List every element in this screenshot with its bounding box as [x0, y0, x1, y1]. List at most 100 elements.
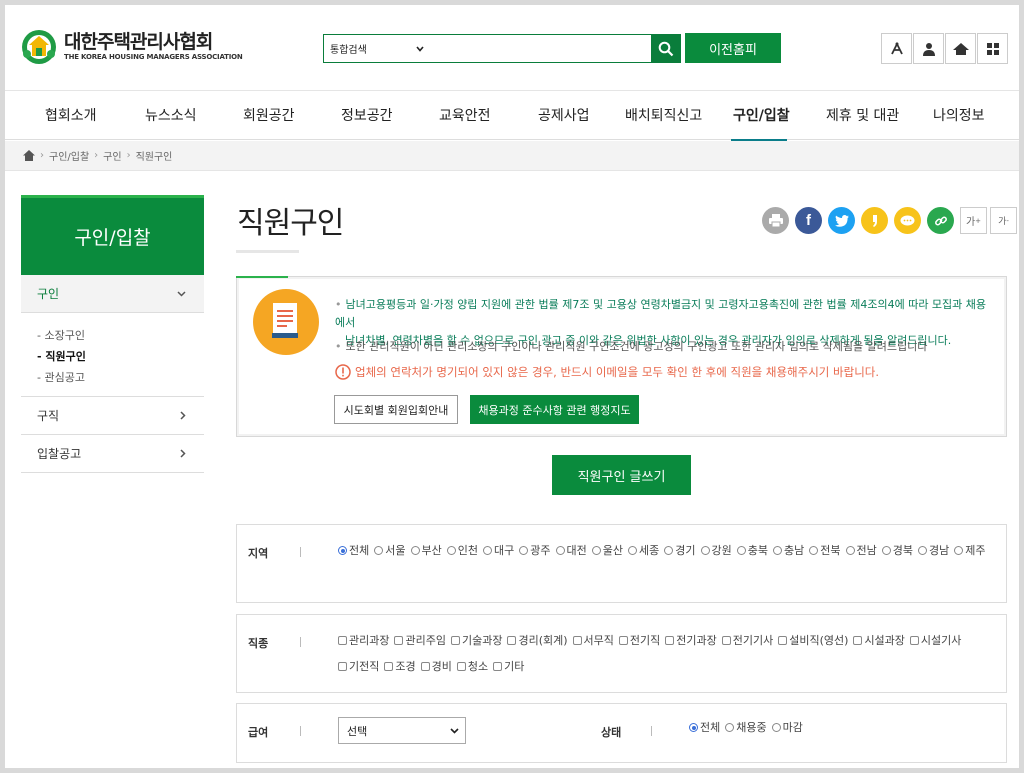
- radio-button[interactable]: [845, 546, 855, 555]
- kakaotalk-icon[interactable]: [894, 207, 921, 234]
- job-type-option[interactable]: 청소: [456, 654, 488, 680]
- radio-button[interactable]: [771, 723, 781, 732]
- region-option[interactable]: 인천: [446, 538, 478, 564]
- nav-education[interactable]: 교육안전: [439, 105, 491, 125]
- all-menu-grid-icon[interactable]: [977, 33, 1008, 64]
- hiring-guideline-button[interactable]: 채용과정 준수사항 관련 행정지도: [470, 395, 639, 424]
- job-type-option[interactable]: 조경: [384, 654, 416, 680]
- font-size-up-button[interactable]: 가 +: [960, 207, 987, 234]
- job-type-option[interactable]: 설비직(영선): [778, 628, 848, 654]
- job-type-option[interactable]: 기타: [493, 654, 524, 680]
- kakaostory-icon[interactable]: [861, 207, 888, 234]
- radio-button[interactable]: [410, 546, 420, 555]
- radio-button[interactable]: [881, 546, 891, 555]
- job-type-option[interactable]: 전기직: [618, 628, 660, 654]
- breadcrumb-item[interactable]: 구인: [103, 148, 121, 163]
- radio-button[interactable]: [725, 723, 735, 732]
- region-option[interactable]: 전북: [809, 538, 841, 564]
- job-type-option[interactable]: 기술과장: [450, 628, 502, 654]
- checkbox[interactable]: [384, 662, 394, 671]
- breadcrumb-item[interactable]: 구인/입찰: [49, 148, 89, 163]
- home-icon[interactable]: [945, 33, 976, 64]
- region-option[interactable]: 전남: [845, 538, 877, 564]
- nav-my-info[interactable]: 나의정보: [933, 105, 985, 125]
- radio-button[interactable]: [918, 546, 927, 555]
- radio-button[interactable]: [809, 546, 819, 555]
- search-scope-select[interactable]: 통합검색: [324, 41, 434, 56]
- side-nav-recruit[interactable]: 구인: [21, 275, 204, 313]
- region-option[interactable]: 전체: [338, 538, 369, 564]
- region-option[interactable]: 세종: [628, 538, 659, 564]
- salary-select[interactable]: 선택: [338, 717, 466, 744]
- side-subitem-manager[interactable]: - 소장구인: [37, 325, 204, 346]
- region-option[interactable]: 울산: [591, 538, 623, 564]
- radio-button[interactable]: [483, 546, 492, 555]
- side-nav-bid[interactable]: 입찰공고: [21, 435, 204, 473]
- nav-about[interactable]: 협회소개: [45, 105, 97, 125]
- radio-button[interactable]: [446, 546, 456, 555]
- print-icon[interactable]: [762, 207, 789, 234]
- region-option[interactable]: 경북: [881, 538, 913, 564]
- region-option[interactable]: 제주: [954, 538, 986, 564]
- font-size-down-button[interactable]: 가-: [990, 207, 1017, 234]
- radio-button[interactable]: [628, 546, 637, 555]
- radio-button[interactable]: [519, 546, 529, 555]
- site-logo[interactable]: 대한주택관리사협회 THE KOREA HOUSING MANAGERS ASS…: [20, 27, 243, 65]
- nav-news[interactable]: 뉴스소식: [145, 105, 197, 125]
- checkbox[interactable]: [507, 636, 517, 645]
- search-button[interactable]: [651, 34, 681, 63]
- job-type-option[interactable]: 전기과장: [665, 628, 717, 654]
- checkbox[interactable]: [909, 636, 919, 645]
- checkbox[interactable]: [493, 662, 503, 671]
- checkbox[interactable]: [665, 636, 675, 645]
- status-option[interactable]: 채용중: [725, 715, 767, 741]
- home-icon[interactable]: [23, 150, 35, 161]
- search-input[interactable]: [434, 35, 651, 62]
- facebook-icon[interactable]: f: [795, 207, 822, 234]
- region-option[interactable]: 서울: [374, 538, 406, 564]
- region-option[interactable]: 강원: [700, 538, 732, 564]
- radio-button[interactable]: [689, 723, 698, 732]
- radio-button[interactable]: [700, 546, 710, 555]
- region-option[interactable]: 부산: [410, 538, 442, 564]
- job-type-option[interactable]: 경비: [420, 654, 452, 680]
- region-option[interactable]: 광주: [519, 538, 551, 564]
- checkbox[interactable]: [853, 636, 863, 645]
- checkbox[interactable]: [618, 636, 628, 645]
- twitter-icon[interactable]: [828, 207, 855, 234]
- status-option[interactable]: 전체: [689, 715, 720, 741]
- old-homepage-button[interactable]: 이전홈피: [685, 33, 781, 63]
- region-option[interactable]: 충남: [773, 538, 804, 564]
- region-option[interactable]: 충북: [736, 538, 768, 564]
- radio-button[interactable]: [338, 546, 347, 555]
- job-type-option[interactable]: 관리과장: [338, 628, 389, 654]
- write-post-button[interactable]: 직원구인 글쓰기: [552, 455, 691, 495]
- radio-button[interactable]: [736, 546, 746, 555]
- side-subitem-staff[interactable]: - 직원구인: [37, 346, 204, 367]
- radio-button[interactable]: [591, 546, 601, 555]
- status-option[interactable]: 마감: [771, 715, 803, 741]
- checkbox[interactable]: [456, 662, 466, 671]
- checkbox[interactable]: [778, 636, 788, 645]
- radio-button[interactable]: [555, 546, 565, 555]
- radio-button[interactable]: [954, 546, 964, 555]
- copy-link-icon[interactable]: [927, 207, 954, 234]
- checkbox[interactable]: [338, 662, 347, 671]
- nav-partnership[interactable]: 제휴 및 대관: [826, 105, 899, 125]
- job-type-option[interactable]: 시설기사: [909, 628, 961, 654]
- radio-button[interactable]: [374, 546, 384, 555]
- checkbox[interactable]: [450, 636, 460, 645]
- nav-info-space[interactable]: 정보공간: [341, 105, 393, 125]
- checkbox[interactable]: [338, 636, 347, 645]
- region-option[interactable]: 대전: [555, 538, 587, 564]
- job-type-option[interactable]: 시설과장: [853, 628, 905, 654]
- job-type-option[interactable]: 경리(회계): [507, 628, 568, 654]
- checkbox[interactable]: [721, 636, 731, 645]
- side-subitem-interest[interactable]: - 관심공고: [37, 367, 204, 388]
- checkbox[interactable]: [420, 662, 430, 671]
- nav-mutual-aid[interactable]: 공제사업: [538, 105, 590, 125]
- job-type-option[interactable]: 관리주임: [394, 628, 446, 654]
- nav-member-space[interactable]: 회원공간: [243, 105, 295, 125]
- nav-placement[interactable]: 배치퇴직신고: [625, 105, 702, 125]
- region-option[interactable]: 경남: [918, 538, 949, 564]
